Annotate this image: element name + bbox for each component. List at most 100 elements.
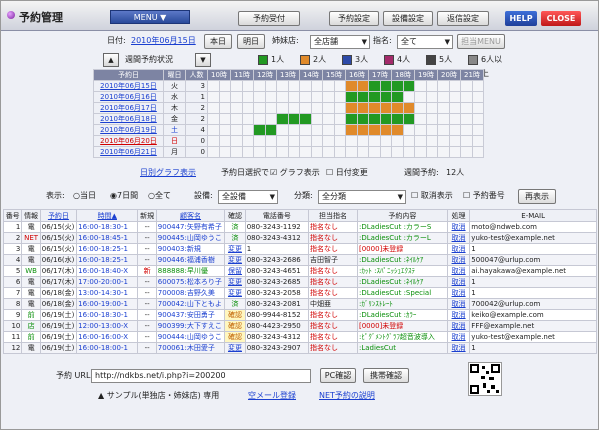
time-slot[interactable]: [414, 146, 427, 158]
time-slot[interactable]: [356, 102, 369, 114]
time-slot[interactable]: [345, 124, 358, 136]
cancel-link[interactable]: 取消: [446, 287, 471, 299]
week-day-date[interactable]: 2010年06月21日: [93, 146, 164, 158]
time-slot[interactable]: [207, 135, 220, 147]
time-slot[interactable]: [207, 91, 220, 103]
time-slot[interactable]: [207, 102, 220, 114]
time-slot[interactable]: [207, 124, 220, 136]
column-header[interactable]: 時間▲: [76, 209, 139, 222]
time-slot[interactable]: [310, 124, 323, 136]
table-row[interactable]: 1 電 06/15(火) 16:00-18:30-1 -- 900447:矢野有希子済 08…: [2, 221, 597, 233]
time-slot[interactable]: [230, 102, 243, 114]
time-slot[interactable]: [264, 113, 277, 125]
cancel-link[interactable]: 取消: [446, 276, 471, 288]
column-header[interactable]: 予約日: [39, 209, 78, 222]
cancel-link[interactable]: 取消: [446, 254, 471, 266]
time-slot[interactable]: [402, 102, 415, 114]
time-slot[interactable]: [276, 91, 289, 103]
time-slot[interactable]: [299, 102, 312, 114]
time-slot[interactable]: [425, 91, 438, 103]
time-slot[interactable]: [379, 124, 392, 136]
time-slot[interactable]: [264, 91, 277, 103]
time-slot[interactable]: [379, 102, 392, 114]
customer-link[interactable]: 888888:早川優: [155, 265, 226, 277]
time-slot[interactable]: [322, 146, 335, 158]
pc-check-button[interactable]: PC確認: [320, 368, 356, 383]
time-cell[interactable]: 16:00-18:45-1: [76, 232, 139, 244]
cancel-link[interactable]: 取消: [446, 331, 471, 343]
time-slot[interactable]: [368, 91, 381, 103]
time-slot[interactable]: [368, 135, 381, 147]
time-slot[interactable]: [276, 146, 289, 158]
time-slot[interactable]: [276, 113, 289, 125]
time-slot[interactable]: [356, 91, 369, 103]
time-slot[interactable]: [402, 135, 415, 147]
next-week-button[interactable]: ▼: [195, 53, 211, 67]
time-slot[interactable]: [310, 135, 323, 147]
time-slot[interactable]: [333, 80, 346, 92]
time-slot[interactable]: [414, 135, 427, 147]
time-slot[interactable]: [253, 135, 266, 147]
time-slot[interactable]: [230, 113, 243, 125]
week-day-date[interactable]: 2010年06月20日: [93, 135, 164, 147]
time-slot[interactable]: [391, 80, 404, 92]
time-slot[interactable]: [253, 80, 266, 92]
time-slot[interactable]: [345, 80, 358, 92]
time-slot[interactable]: [425, 124, 438, 136]
customer-link[interactable]: 900446:福浦香樹: [155, 254, 226, 266]
time-slot[interactable]: [218, 91, 231, 103]
time-slot[interactable]: [391, 91, 404, 103]
time-slot[interactable]: [345, 113, 358, 125]
time-slot[interactable]: [276, 80, 289, 92]
time-slot[interactable]: [437, 135, 450, 147]
customer-link[interactable]: 900445:山岡ゆうこ: [155, 232, 226, 244]
confirm-status[interactable]: 変更: [224, 254, 246, 266]
cancel-link[interactable]: 取消: [446, 320, 471, 332]
time-slot[interactable]: [379, 135, 392, 147]
time-slot[interactable]: [460, 124, 473, 136]
time-slot[interactable]: [241, 113, 254, 125]
time-slot[interactable]: [425, 135, 438, 147]
staff-select[interactable]: 全て ▼: [397, 35, 453, 49]
time-slot[interactable]: [287, 113, 300, 125]
time-slot[interactable]: [299, 80, 312, 92]
time-slot[interactable]: [448, 146, 461, 158]
equipment-settings-button[interactable]: 設備設定: [383, 11, 433, 26]
time-slot[interactable]: [448, 102, 461, 114]
time-cell[interactable]: 16:00-18:30-1: [76, 221, 139, 233]
reservation-number-checkbox[interactable]: ☐ 予約番号: [463, 189, 505, 203]
customer-link[interactable]: 700008:吉野久美: [155, 287, 226, 299]
prev-week-button[interactable]: ▲: [103, 53, 119, 67]
url-field[interactable]: http://ndkbs.net/i.php?i=200200: [91, 369, 311, 383]
time-slot[interactable]: [356, 135, 369, 147]
time-slot[interactable]: [345, 146, 358, 158]
customer-link[interactable]: 900403:新規: [155, 243, 226, 255]
time-slot[interactable]: [207, 113, 220, 125]
confirm-status[interactable]: 保留: [224, 265, 246, 277]
time-slot[interactable]: [448, 91, 461, 103]
time-cell[interactable]: 16:00-16:00-X: [76, 331, 139, 343]
time-slot[interactable]: [471, 124, 484, 136]
time-slot[interactable]: [264, 102, 277, 114]
today-button[interactable]: 本日: [204, 34, 232, 49]
time-slot[interactable]: [207, 146, 220, 158]
time-slot[interactable]: [230, 146, 243, 158]
time-slot[interactable]: [437, 102, 450, 114]
time-slot[interactable]: [448, 113, 461, 125]
time-slot[interactable]: [414, 91, 427, 103]
redisplay-button[interactable]: 再表示: [518, 189, 556, 204]
confirm-status[interactable]: 変更: [224, 243, 246, 255]
time-slot[interactable]: [230, 91, 243, 103]
time-slot[interactable]: [333, 113, 346, 125]
time-slot[interactable]: [345, 91, 358, 103]
time-slot[interactable]: [425, 113, 438, 125]
cancel-link[interactable]: 取消: [446, 265, 471, 277]
table-row[interactable]: 7 電 06/18(金) 13:00-14:30-1 -- 700008:吉野久美 変更 08…: [2, 287, 597, 299]
time-slot[interactable]: [253, 146, 266, 158]
time-slot[interactable]: [218, 124, 231, 136]
time-slot[interactable]: [414, 80, 427, 92]
time-cell[interactable]: 16:00-18:25-1: [76, 243, 139, 255]
time-slot[interactable]: [471, 102, 484, 114]
time-slot[interactable]: [299, 146, 312, 158]
time-slot[interactable]: [241, 135, 254, 147]
